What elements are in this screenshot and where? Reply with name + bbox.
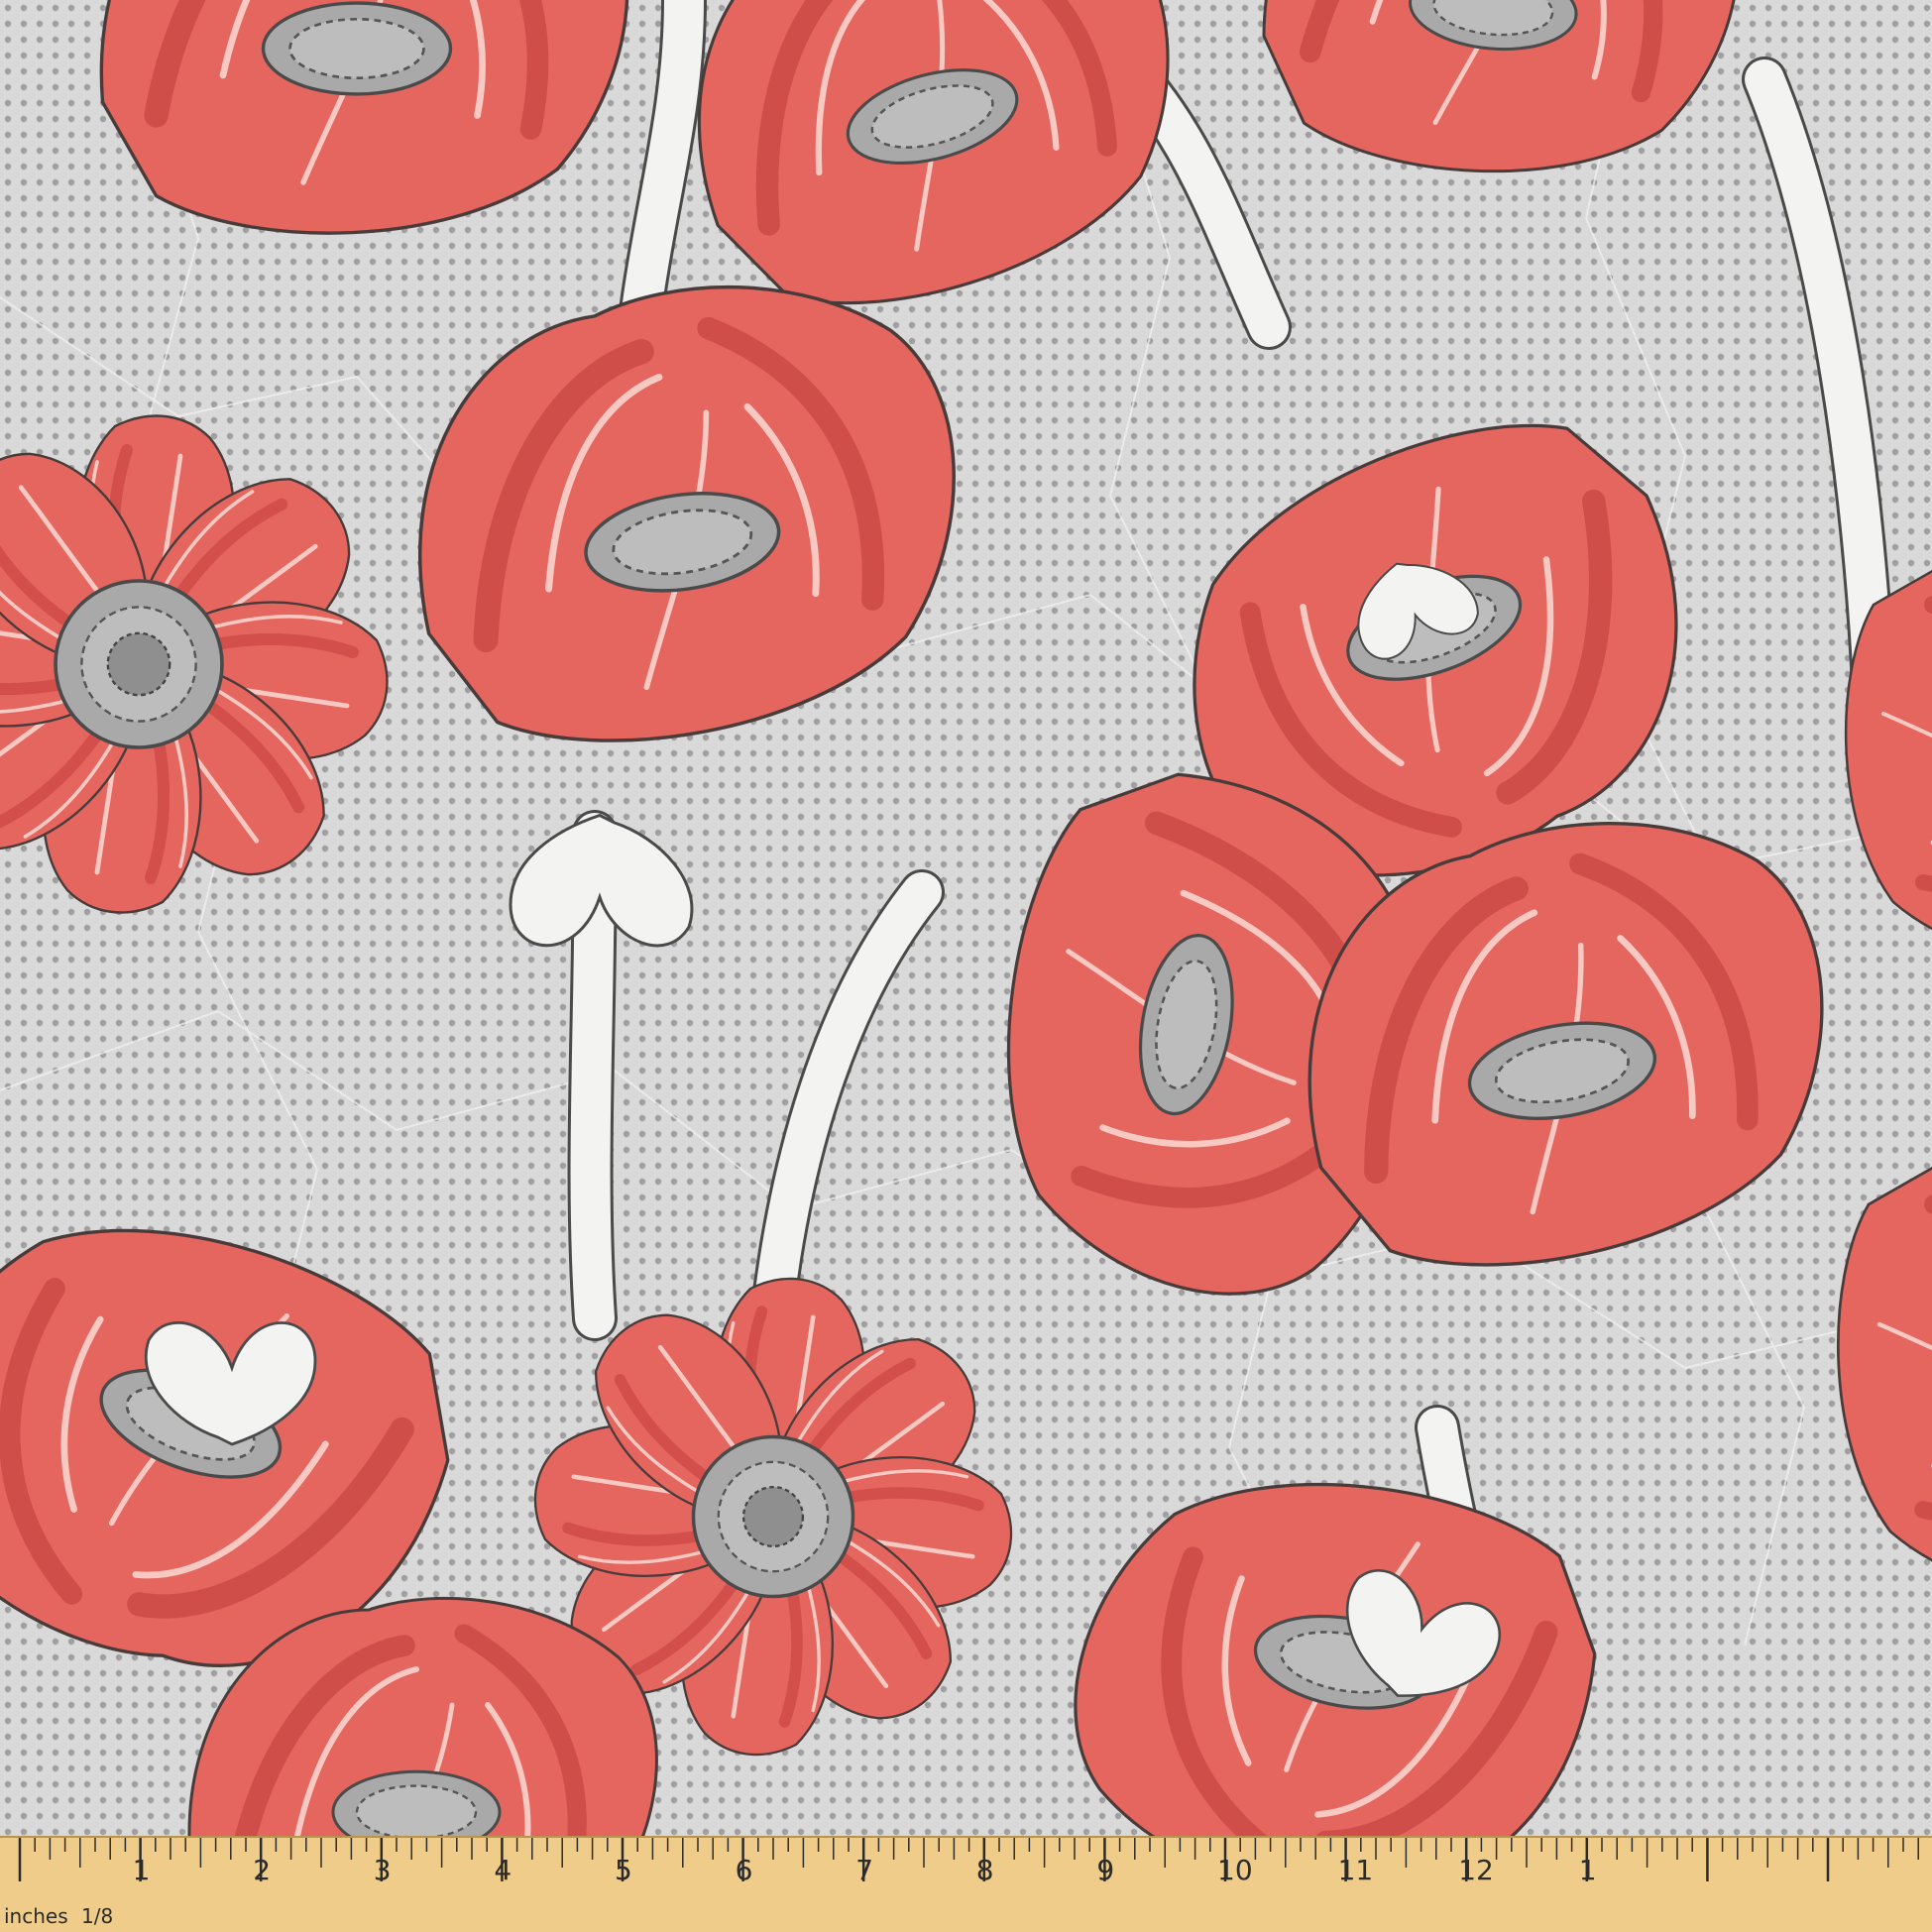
ruler-number: 6 bbox=[736, 1854, 753, 1886]
ruler-number: 4 bbox=[494, 1854, 511, 1886]
ruler-number: 10 bbox=[1217, 1854, 1253, 1886]
poppy-pattern-image bbox=[0, 0, 1932, 1932]
ruler-number: 12 bbox=[1458, 1854, 1494, 1886]
ruler-number: 5 bbox=[615, 1854, 632, 1886]
fabric-swatch: 1 2 3 4 5 6 7 8 9 10 11 12 1 inches 1/8 bbox=[0, 0, 1932, 1932]
measuring-ruler: 1 2 3 4 5 6 7 8 9 10 11 12 1 inches 1/8 bbox=[0, 1836, 1932, 1932]
ruler-number: 8 bbox=[976, 1854, 994, 1886]
ruler-fraction-label: 1/8 bbox=[81, 1904, 113, 1928]
ruler-body bbox=[0, 1836, 1932, 1932]
ruler-number: 1 bbox=[133, 1854, 151, 1886]
ruler-number: 7 bbox=[855, 1854, 873, 1886]
ruler-number: 1 bbox=[1579, 1854, 1597, 1886]
ruler-number: 11 bbox=[1338, 1854, 1374, 1886]
ruler-unit-label: inches bbox=[4, 1904, 68, 1928]
ruler-number: 2 bbox=[253, 1854, 271, 1886]
ruler-number: 9 bbox=[1096, 1854, 1114, 1886]
ruler-number: 3 bbox=[374, 1854, 392, 1886]
